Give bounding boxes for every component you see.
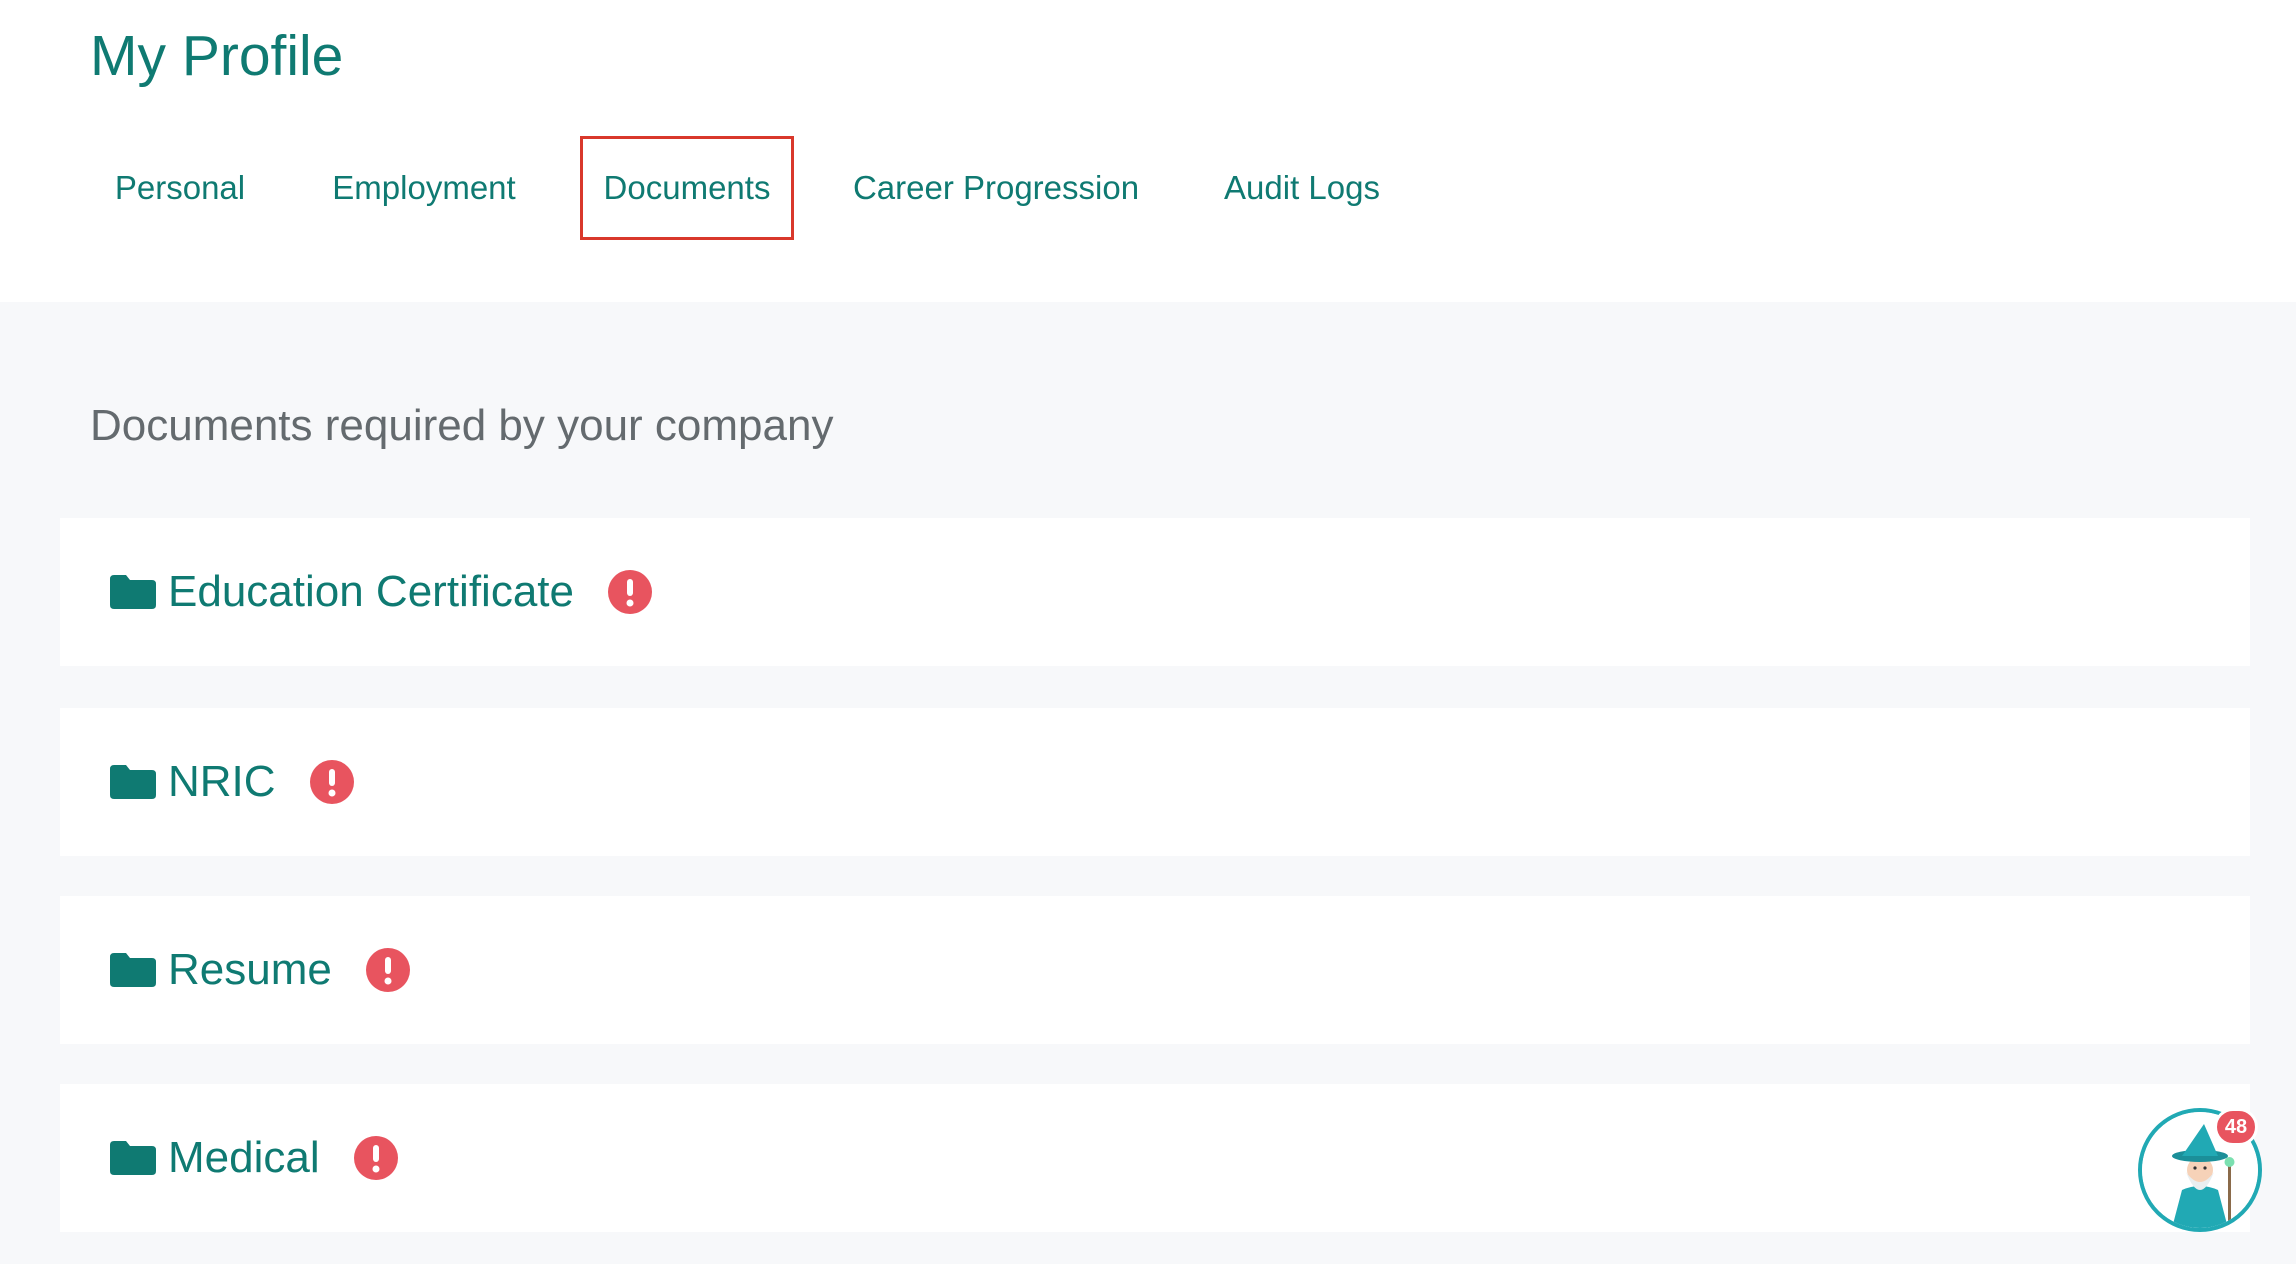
documents-heading: Documents required by your company <box>90 401 834 450</box>
alert-icon <box>353 1136 398 1180</box>
tab-audit-logs[interactable]: Audit Logs <box>1210 136 1394 240</box>
profile-tabs: Personal Employment Documents Career Pro… <box>0 136 1600 240</box>
document-card-resume[interactable]: Resume <box>60 896 2250 1044</box>
notification-count-badge: 48 <box>2214 1108 2258 1146</box>
folder-icon <box>110 765 156 799</box>
document-card-medical[interactable]: Medical <box>60 1084 2250 1232</box>
document-card-nric[interactable]: NRIC <box>60 708 2250 856</box>
document-title: Education Certificate <box>168 567 574 616</box>
folder-icon <box>110 953 156 987</box>
document-title: Medical <box>168 1133 320 1182</box>
documents-content: Documents required by your company Educa… <box>0 302 2296 1264</box>
document-title: NRIC <box>168 757 276 806</box>
folder-icon <box>110 1141 156 1175</box>
page-title: My Profile <box>90 24 344 88</box>
tab-documents[interactable]: Documents <box>580 136 794 240</box>
profile-header: My Profile Personal Employment Documents… <box>0 0 2296 302</box>
folder-icon <box>110 575 156 609</box>
tab-employment[interactable]: Employment <box>318 136 530 240</box>
alert-icon <box>309 760 354 804</box>
alert-icon <box>608 570 652 614</box>
alert-icon <box>365 948 410 992</box>
document-title: Resume <box>168 945 332 994</box>
document-card-education-certificate[interactable]: Education Certificate <box>60 518 2250 666</box>
tab-personal[interactable]: Personal <box>96 136 264 240</box>
tab-career-progression[interactable]: Career Progression <box>846 136 1146 240</box>
